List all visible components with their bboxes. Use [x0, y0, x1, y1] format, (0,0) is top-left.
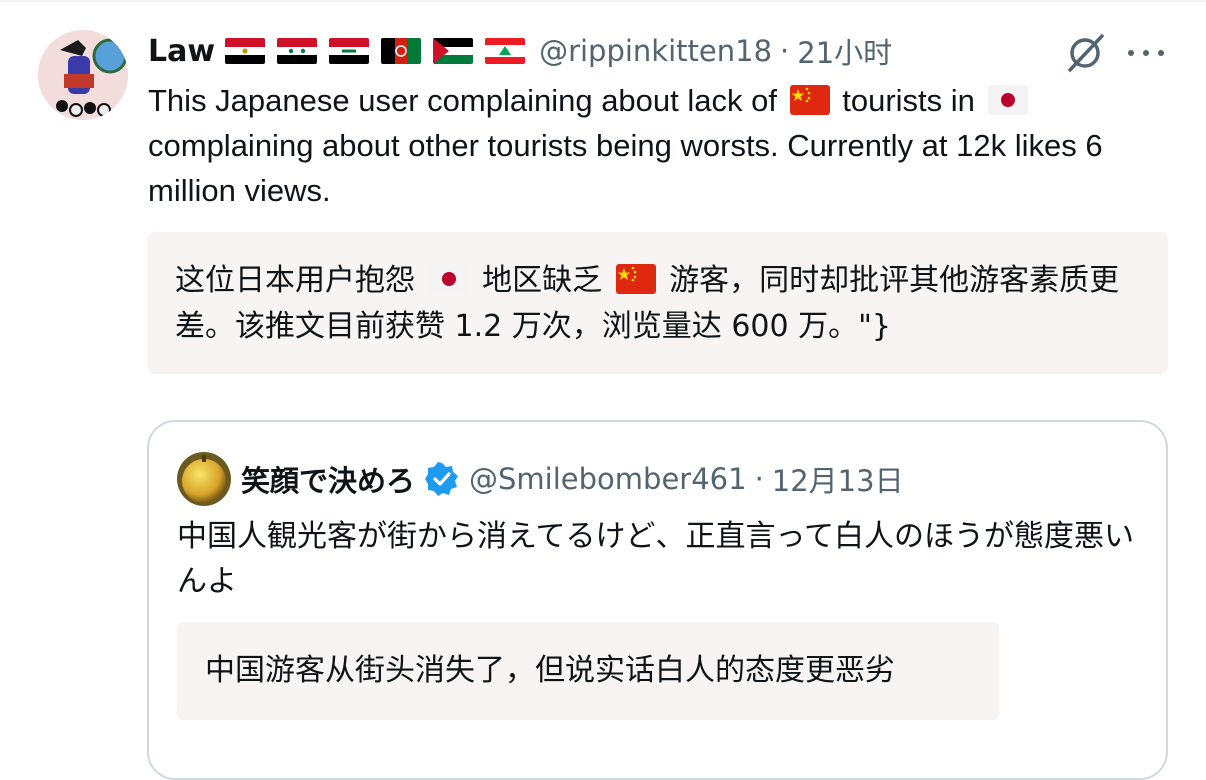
- post-translation: 这位日本用户抱怨 地区缺乏 游客，同时却批评其他游客素质更差。该推文目前获赞 1…: [147, 232, 1168, 374]
- china-flag-emoji-icon: [789, 82, 830, 115]
- quoted-post-translation: 中国游客从街头消失了，但说实话白人的态度更恶劣: [177, 622, 999, 720]
- china-flag-emoji-icon: [615, 262, 656, 294]
- header-separator: ·: [780, 34, 790, 68]
- post-timestamp[interactable]: 21小时: [797, 30, 892, 72]
- post-text-part: This Japanese user complaining about lac…: [148, 83, 777, 118]
- author-name[interactable]: Law: [148, 34, 215, 69]
- translation-part: 地区缺乏: [482, 263, 603, 298]
- quoted-post-date[interactable]: 12月13日: [772, 458, 904, 500]
- syria-flag-icon: [277, 38, 318, 64]
- quoted-author-handle[interactable]: @Smilebomber461: [469, 462, 747, 496]
- japan-flag-emoji-icon: [987, 82, 1028, 115]
- quoted-post-header: 笑顔で決めろ @Smilebomber461 · 12月13日: [241, 454, 904, 504]
- post-text-part: complaining about other tourists being w…: [148, 128, 1103, 208]
- afghanistan-flag-icon: [381, 38, 422, 64]
- grok-icon[interactable]: [1064, 32, 1106, 74]
- quoted-post-text: 中国人観光客が街から消えてるけど、正直言って白人のほうが態度悪いんよ: [177, 519, 1134, 599]
- translation-part: 这位日本用户抱怨: [175, 263, 415, 298]
- japan-flag-emoji-icon: [428, 262, 469, 294]
- lebanon-flag-icon: [485, 38, 526, 64]
- author-avatar[interactable]: [38, 30, 128, 120]
- palestine-flag-icon: [433, 38, 474, 64]
- post-text-part: tourists in: [842, 83, 975, 118]
- verified-badge-icon: [425, 462, 459, 496]
- quoted-post-card[interactable]: 笑顔で決めろ @Smilebomber461 · 12月13日 中国人観光客が街…: [147, 420, 1168, 780]
- iraq-flag-icon: [329, 38, 370, 64]
- quoted-author-avatar[interactable]: [177, 452, 231, 506]
- post-header: Law @rippinkitten18 · 21小时: [148, 28, 1098, 74]
- post-text: This Japanese user complaining about lac…: [148, 78, 1158, 213]
- quoted-header-separator: ·: [754, 462, 764, 496]
- egypt-flag-icon: [225, 38, 266, 64]
- quoted-author-name[interactable]: 笑顔で決めろ: [241, 458, 415, 500]
- author-handle[interactable]: @rippinkitten18: [539, 34, 772, 68]
- more-options-icon[interactable]: [1124, 36, 1168, 70]
- top-divider: [0, 0, 1206, 2]
